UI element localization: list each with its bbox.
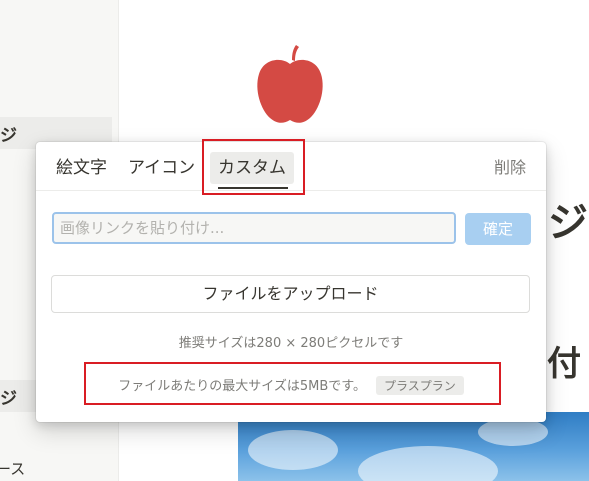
image-picker-popup: 絵文字 アイコン カスタム 削除 確定 ファイルをアップロード 推奨サイズは28… (36, 142, 546, 422)
file-size-limit: ファイルあたりの最大サイズは5MBです。 プラスプラン (36, 375, 546, 395)
image-picker-tabs: 絵文字 アイコン カスタム 削除 (36, 142, 546, 191)
remove-button[interactable]: 削除 (494, 155, 526, 181)
sidebar-item-label: ジ (0, 389, 17, 409)
tab-icon[interactable]: アイコン (128, 155, 195, 181)
tab-custom[interactable]: カスタム (210, 152, 294, 184)
active-tab-indicator (218, 187, 288, 189)
page-title-fragment: ジ (548, 200, 588, 246)
sidebar-item-label: ース (0, 460, 26, 478)
sky-image (238, 412, 589, 481)
sidebar-item-label: ジ (0, 126, 17, 146)
plan-badge[interactable]: プラスプラン (375, 376, 464, 395)
file-size-limit-text: ファイルあたりの最大サイズは5MBです。 (118, 379, 366, 394)
image-link-input[interactable] (52, 212, 456, 244)
notion-page: ジ ジ ース ジ 付 絵文字 アイコン カスタム 削除 確定 ファイルをアップロ… (0, 0, 589, 481)
upload-file-button[interactable]: ファイルをアップロード (51, 275, 530, 313)
recommended-size-text: 推奨サイズは280 × 280ピクセルです (178, 336, 404, 351)
apple-icon[interactable] (252, 44, 328, 126)
section-heading-fragment: 付 (547, 344, 581, 384)
confirm-button[interactable]: 確定 (465, 213, 531, 245)
tab-emoji[interactable]: 絵文字 (56, 155, 107, 181)
